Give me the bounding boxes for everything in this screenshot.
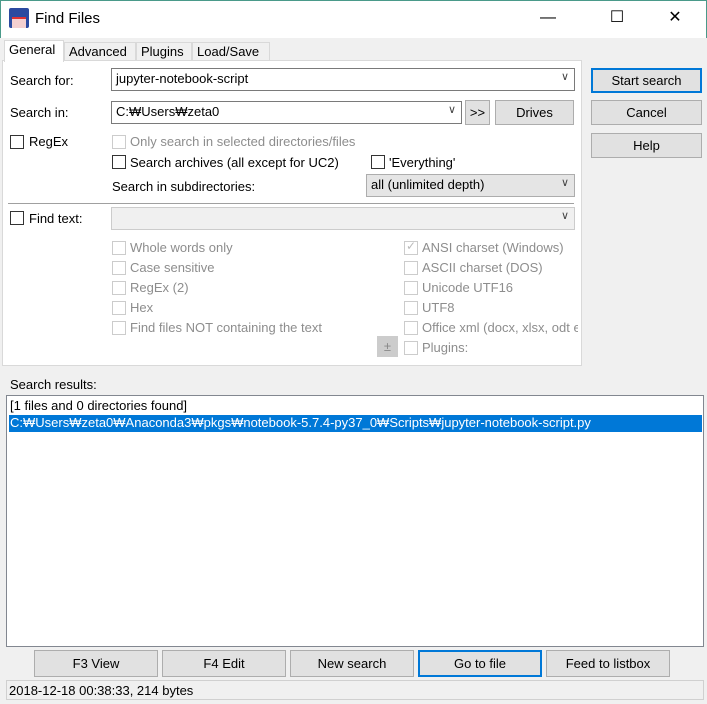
search-for-label: Search for: xyxy=(10,73,74,88)
subdirs-select[interactable]: all (unlimited depth) ∨ xyxy=(366,174,575,197)
browse-button[interactable]: >> xyxy=(465,100,490,125)
cancel-button[interactable]: Cancel xyxy=(591,100,702,125)
chevron-down-icon[interactable]: ∨ xyxy=(448,103,456,116)
text-option-checkbox[interactable] xyxy=(112,281,126,295)
chevron-down-icon[interactable]: ∨ xyxy=(561,70,569,83)
feed-to-listbox-button[interactable]: Feed to listbox xyxy=(546,650,670,677)
chevron-down-icon[interactable]: ∨ xyxy=(561,209,569,222)
charset-option-label: Plugins: xyxy=(422,340,469,355)
only-selected-label: Only search in selected directories/file… xyxy=(130,134,356,149)
text-option-label: RegEx (2) xyxy=(130,280,189,295)
charset-option-checkbox[interactable]: ✓ xyxy=(404,239,418,255)
find-text-input[interactable]: ∨ xyxy=(111,207,575,230)
search-for-value: jupyter-notebook-script xyxy=(116,71,249,86)
search-archives-checkbox[interactable] xyxy=(112,155,126,169)
drives-button[interactable]: Drives xyxy=(495,100,574,125)
search-in-input[interactable]: C:₩Users₩zeta0 ∨ xyxy=(111,101,462,124)
list-item[interactable]: [1 files and 0 directories found] xyxy=(9,398,702,415)
text-option-checkbox[interactable] xyxy=(112,301,126,315)
everything-checkbox[interactable] xyxy=(371,155,385,169)
search-results-label: Search results: xyxy=(10,377,97,392)
minimize-button[interactable]: — xyxy=(525,0,571,38)
text-option-label: Hex xyxy=(130,300,154,315)
f3-view-button[interactable]: F3 View xyxy=(34,650,158,677)
charset-option-label: UTF8 xyxy=(422,300,455,315)
tab-load-save[interactable]: Load/Save xyxy=(192,42,270,61)
f4-edit-button[interactable]: F4 Edit xyxy=(162,650,286,677)
charset-option-label: ASCII charset (DOS) xyxy=(422,260,543,275)
charset-option-checkbox[interactable] xyxy=(404,321,418,335)
regex-checkbox[interactable] xyxy=(10,135,24,149)
tab-plugins[interactable]: Plugins xyxy=(136,42,192,61)
charset-option-checkbox[interactable] xyxy=(404,341,418,355)
tab-advanced[interactable]: Advanced xyxy=(64,42,136,61)
search-in-label: Search in: xyxy=(10,105,69,120)
subdirs-label: Search in subdirectories: xyxy=(112,179,256,194)
search-in-value: C:₩Users₩zeta0 xyxy=(116,104,220,119)
text-option-checkbox[interactable] xyxy=(112,321,126,335)
charset-option-label: Unicode UTF16 xyxy=(422,280,514,295)
search-for-input[interactable]: jupyter-notebook-script ∨ xyxy=(111,68,575,91)
charset-option-label: ANSI charset (Windows) xyxy=(422,240,564,255)
find-text-label: Find text: xyxy=(29,211,83,226)
plugins-toggle-button[interactable]: ± xyxy=(377,336,398,357)
text-option-label: Whole words only xyxy=(130,240,233,255)
text-option-checkbox[interactable] xyxy=(112,261,126,275)
floppy-app-icon xyxy=(9,8,29,28)
search-archives-label: Search archives (all except for UC2) xyxy=(130,155,339,170)
checkmark-icon: ✓ xyxy=(406,239,417,253)
charset-option-checkbox[interactable] xyxy=(404,281,418,295)
status-bar: 2018-12-18 00:38:33, 214 bytes xyxy=(6,680,704,700)
regex-label: RegEx xyxy=(29,134,69,149)
only-selected-checkbox[interactable] xyxy=(112,135,126,149)
charset-option-checkbox[interactable] xyxy=(404,301,418,315)
chevron-down-icon[interactable]: ∨ xyxy=(561,176,569,189)
help-button[interactable]: Help xyxy=(591,133,702,158)
text-option-label: Find files NOT containing the text xyxy=(130,320,322,335)
close-button[interactable]: ✕ xyxy=(652,0,698,38)
text-option-checkbox[interactable] xyxy=(112,241,126,255)
new-search-button[interactable]: New search xyxy=(290,650,414,677)
results-list[interactable]: [1 files and 0 directories found] C:₩Use… xyxy=(6,395,704,647)
maximize-button[interactable]: ☐ xyxy=(594,0,640,38)
charset-option-checkbox[interactable] xyxy=(404,261,418,275)
go-to-file-button[interactable]: Go to file xyxy=(418,650,542,677)
tab-general[interactable]: General xyxy=(4,40,64,62)
list-item[interactable]: C:₩Users₩zeta0₩Anaconda3₩pkgs₩notebook-5… xyxy=(9,415,702,432)
find-text-checkbox[interactable] xyxy=(10,211,24,225)
charset-option-label: Office xml (docx, xlsx, odt etc) xyxy=(422,320,578,335)
text-option-label: Case sensitive xyxy=(130,260,215,275)
everything-label: 'Everything' xyxy=(389,155,456,170)
subdirs-value: all (unlimited depth) xyxy=(371,177,485,192)
separator xyxy=(8,203,574,204)
window-title: Find Files xyxy=(35,10,101,27)
start-search-button[interactable]: Start search xyxy=(591,68,702,93)
